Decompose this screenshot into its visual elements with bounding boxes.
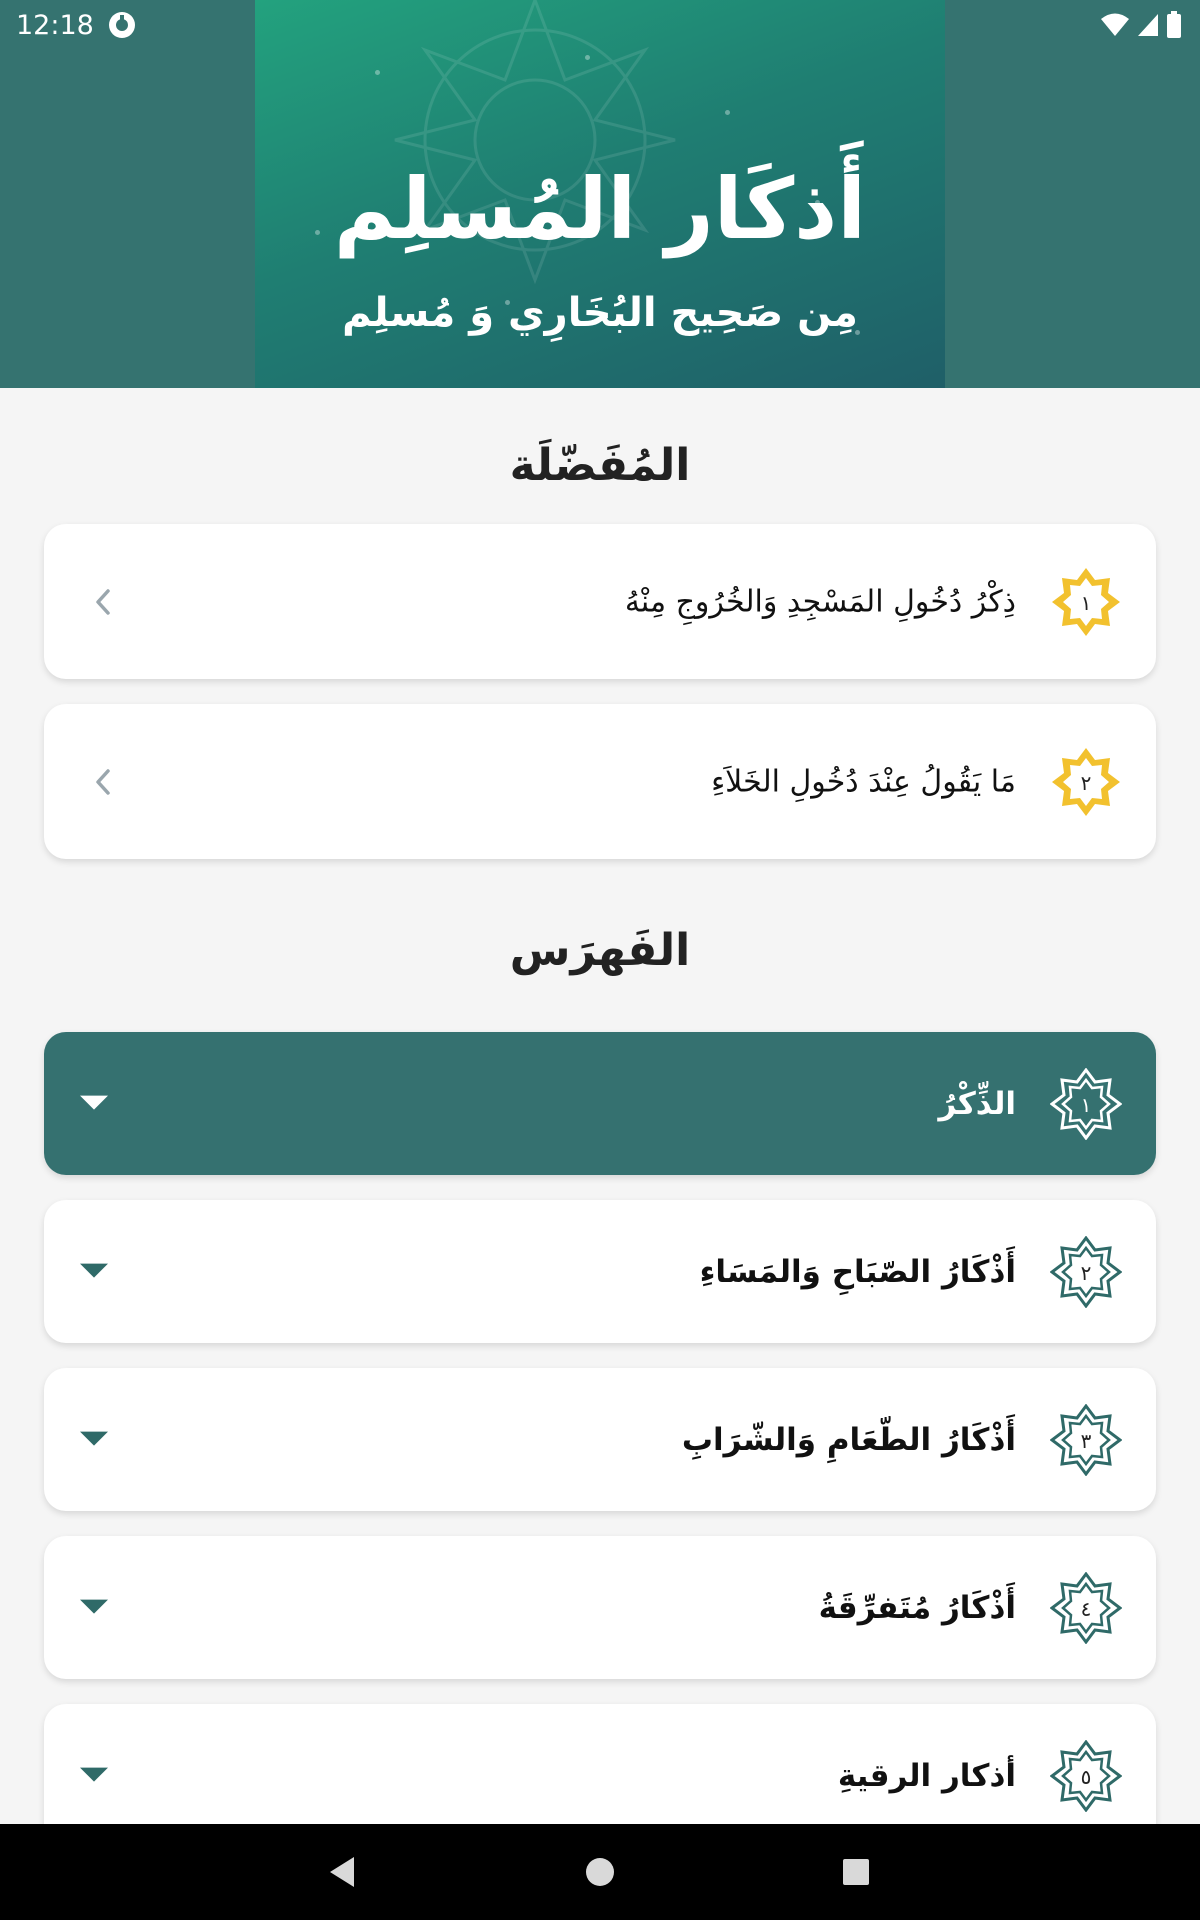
dropdown-arrow-icon bbox=[80, 1599, 108, 1614]
dropdown-arrow-icon bbox=[80, 1095, 108, 1110]
teal-star-badge-icon: ١ bbox=[1050, 1067, 1122, 1140]
svg-text:٤: ٤ bbox=[1081, 1597, 1092, 1621]
svg-text:٣: ٣ bbox=[1081, 1429, 1092, 1453]
svg-text:١: ١ bbox=[1081, 591, 1092, 615]
dropdown-arrow-icon bbox=[80, 1431, 108, 1446]
signal-icon bbox=[1138, 14, 1158, 36]
app-subtitle: مِن صَحِيح البُخَارِي وَ مُسلِم bbox=[342, 290, 858, 336]
status-time: 12:18 bbox=[16, 10, 94, 41]
category-label: أَذْكَارُ مُتَفرِّقَةُ bbox=[818, 1589, 1016, 1626]
gold-star-badge-icon: ٢ bbox=[1052, 747, 1120, 816]
svg-text:٢: ٢ bbox=[1081, 1261, 1092, 1285]
category-item[interactable]: ٢ أَذْكَارُ الصّبَاحِ وَالمَسَاءِ bbox=[44, 1200, 1156, 1343]
dropdown-arrow-icon bbox=[80, 1767, 108, 1782]
app-notification-icon bbox=[109, 12, 135, 38]
battery-icon bbox=[1167, 11, 1181, 38]
category-label: أَذْكَارُ الطّعَامِ وَالشّرَابِ bbox=[681, 1421, 1016, 1458]
back-triangle-icon bbox=[330, 1857, 354, 1887]
status-bar: 12:18 bbox=[0, 0, 1200, 50]
home-circle-icon bbox=[586, 1858, 614, 1886]
back-button[interactable] bbox=[282, 1824, 402, 1920]
recents-button[interactable] bbox=[796, 1824, 916, 1920]
app-title: أَذكَار المُسلِم bbox=[333, 160, 867, 258]
category-label: أَذْكَارُ الصّبَاحِ وَالمَسَاءِ bbox=[699, 1253, 1016, 1290]
home-button[interactable] bbox=[540, 1824, 660, 1920]
system-nav-bar bbox=[0, 1824, 1200, 1920]
teal-star-badge-icon: ٤ bbox=[1050, 1571, 1122, 1644]
app-header: 12:18 أَذكَار المُسلِم مِن صَحِيح البُخَ… bbox=[0, 0, 1200, 388]
recents-square-icon bbox=[843, 1859, 869, 1885]
wifi-icon bbox=[1101, 13, 1129, 36]
favorite-item[interactable]: ٢ مَا يَقُولُ عِنْدَ دُخُولِ الخَلاَءِ bbox=[44, 704, 1156, 859]
gold-star-badge-icon: ١ bbox=[1052, 567, 1120, 636]
chevron-left-icon bbox=[96, 588, 110, 615]
status-indicators bbox=[1100, 11, 1182, 39]
favorite-item-label: ذِكْرُ دُخُولِ المَسْجِدِ وَالخُرُوجِ مِ… bbox=[624, 584, 1016, 619]
category-label: أذكار الرقيةِ bbox=[837, 1757, 1016, 1794]
teal-star-badge-icon: ٣ bbox=[1050, 1403, 1122, 1476]
svg-text:٥: ٥ bbox=[1081, 1765, 1092, 1789]
teal-star-badge-icon: ٢ bbox=[1050, 1235, 1122, 1308]
category-item-active[interactable]: ١ الذِّكْرُ bbox=[44, 1032, 1156, 1175]
dropdown-arrow-icon bbox=[80, 1263, 108, 1278]
favorite-item-label: مَا يَقُولُ عِنْدَ دُخُولِ الخَلاَءِ bbox=[711, 764, 1016, 799]
category-label: الذِّكْرُ bbox=[938, 1085, 1017, 1122]
category-item[interactable]: ٣ أَذْكَارُ الطّعَامِ وَالشّرَابِ bbox=[44, 1368, 1156, 1511]
favorites-title: المُفَضّلَة bbox=[509, 440, 691, 491]
category-item[interactable]: ٤ أَذْكَارُ مُتَفرِّقَةُ bbox=[44, 1536, 1156, 1679]
svg-text:١: ١ bbox=[1081, 1093, 1092, 1117]
chevron-left-icon bbox=[96, 768, 110, 795]
favorite-item[interactable]: ١ ذِكْرُ دُخُولِ المَسْجِدِ وَالخُرُوجِ … bbox=[44, 524, 1156, 679]
svg-text:٢: ٢ bbox=[1081, 771, 1092, 795]
teal-star-badge-icon: ٥ bbox=[1050, 1739, 1122, 1812]
index-title: الفَهرَس bbox=[509, 925, 691, 976]
